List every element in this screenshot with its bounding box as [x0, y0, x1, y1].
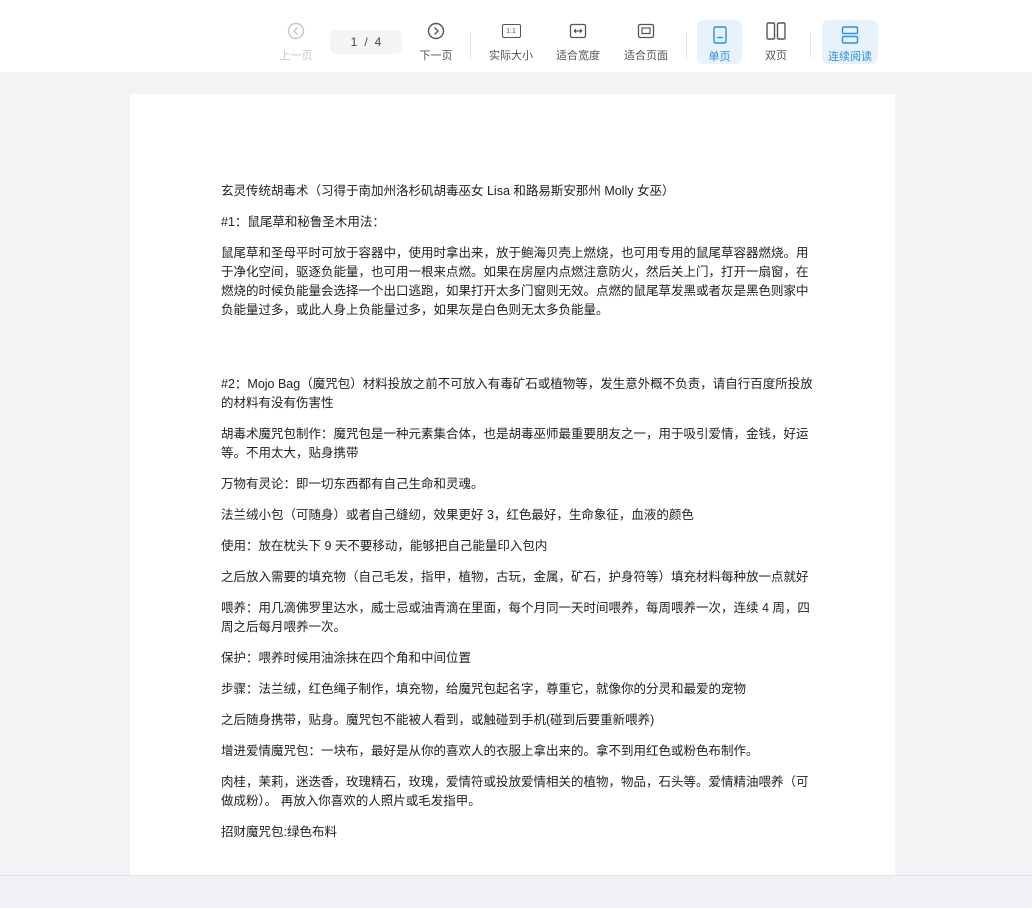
toolbar-divider — [686, 32, 687, 58]
single-page-icon — [709, 24, 731, 45]
toolbar-divider — [470, 32, 471, 58]
fit-width-icon — [567, 20, 589, 42]
prev-page-label: 上一页 — [279, 50, 313, 62]
doc-heading-2: #2：Mojo Bag（魔咒包）材料投放之前不可放入有毒矿石或植物等，发生意外概… — [221, 377, 813, 410]
next-page-label: 下一页 — [419, 50, 453, 62]
document-page: 玄灵传统胡毒术（习得于南加州洛杉矶胡毒巫女 Lisa 和路易斯安那州 Molly… — [130, 94, 895, 875]
doc-paragraph: 鼠尾草和圣母平时可放于容器中，使用时拿出来，放于鲍海贝壳上燃烧，也可用专用的鼠尾… — [221, 246, 809, 317]
fit-page-label: 适合页面 — [624, 50, 668, 62]
doc-title: 玄灵传统胡毒术（习得于南加州洛杉矶胡毒巫女 Lisa 和路易斯安那州 Molly… — [221, 184, 675, 198]
doc-paragraph: 肉桂，茉莉，迷迭香，玫瑰精石，玫瑰，爱情符或投放爱情相关的植物，物品，石头等。爱… — [221, 775, 809, 808]
continuous-reading-label: 连续阅读 — [828, 51, 872, 63]
document-content: 玄灵传统胡毒术（习得于南加州洛杉矶胡毒巫女 Lisa 和路易斯安那州 Molly… — [221, 182, 816, 854]
fit-page-button[interactable]: 适合页面 — [620, 20, 672, 66]
doc-paragraph: 喂养：用几滴佛罗里达水，威士忌或油青滴在里面，每个月同一天时间喂养，每周喂养一次… — [221, 601, 810, 634]
page-indicator[interactable]: 1 / 4 — [330, 30, 402, 54]
doc-paragraph: 增进爱情魔咒包：一块布，最好是从你的喜欢人的衣服上拿出来的。拿不到用红色或粉色布… — [221, 744, 759, 758]
doc-paragraph: 之后放入需要的填充物（自己毛发，指甲，植物，古玩，金属，矿石，护身符等）填充材料… — [221, 570, 809, 584]
bottom-bar — [0, 875, 1032, 908]
doc-heading-1: #1：鼠尾草和秘鲁圣木用法： — [221, 215, 385, 229]
toolbar-divider — [810, 32, 811, 58]
page-current: 1 — [350, 35, 358, 49]
doc-paragraph: 胡毒术魔咒包制作：魔咒包是一种元素集合体，也是胡毒巫师最重要朋友之一，用于吸引爱… — [221, 427, 809, 460]
single-page-label: 单页 — [708, 51, 731, 63]
continuous-reading-button[interactable]: 连续阅读 — [822, 20, 878, 64]
doc-paragraph: 步骤：法兰绒，红色绳子制作，填充物，给魔咒包起名字，尊重它，就像你的分灵和最爱的… — [221, 682, 747, 696]
chevron-left-circle-icon — [285, 20, 307, 42]
next-page-button[interactable]: 下一页 — [416, 20, 456, 66]
doc-paragraph: 之后随身携带，贴身。魔咒包不能被人看到，或触碰到手机(碰到后要重新喂养) — [221, 713, 655, 727]
actual-size-label: 实际大小 — [489, 50, 533, 62]
double-page-button[interactable]: 双页 — [756, 20, 796, 66]
chevron-right-circle-icon — [425, 20, 447, 42]
double-page-label: 双页 — [765, 50, 787, 62]
doc-paragraph: 法兰绒小包（可随身）或者自己缝纫，效果更好 3，红色最好，生命象征，血液的颜色 — [221, 508, 694, 522]
actual-size-button[interactable]: 1:1 实际大小 — [485, 20, 537, 66]
page-total: 4 — [374, 35, 382, 49]
double-page-icon — [765, 20, 787, 42]
fit-width-button[interactable]: 适合宽度 — [553, 20, 603, 66]
doc-paragraph: 万物有灵论：即一切东西都有自己生命和灵魂。 — [221, 477, 484, 491]
actual-size-icon: 1:1 — [500, 20, 522, 42]
continuous-reading-icon — [839, 24, 861, 45]
fit-page-icon — [635, 20, 657, 42]
prev-page-button[interactable]: 上一页 — [276, 20, 316, 66]
doc-paragraph: 招财魔咒包:绿色布料 — [221, 825, 337, 839]
page-separator: / — [364, 35, 368, 49]
viewer-toolbar: 上一页 1 / 4 下一页 1:1 实际大小 适合宽度 适合页面 单页 双页 连… — [0, 0, 1032, 72]
doc-paragraph: 保护：喂养时候用油涂抹在四个角和中间位置 — [221, 651, 472, 665]
single-page-button[interactable]: 单页 — [697, 20, 742, 64]
doc-paragraph: 使用：放在枕头下 9 天不要移动，能够把自己能量印入包内 — [221, 539, 548, 553]
fit-width-label: 适合宽度 — [556, 50, 600, 62]
